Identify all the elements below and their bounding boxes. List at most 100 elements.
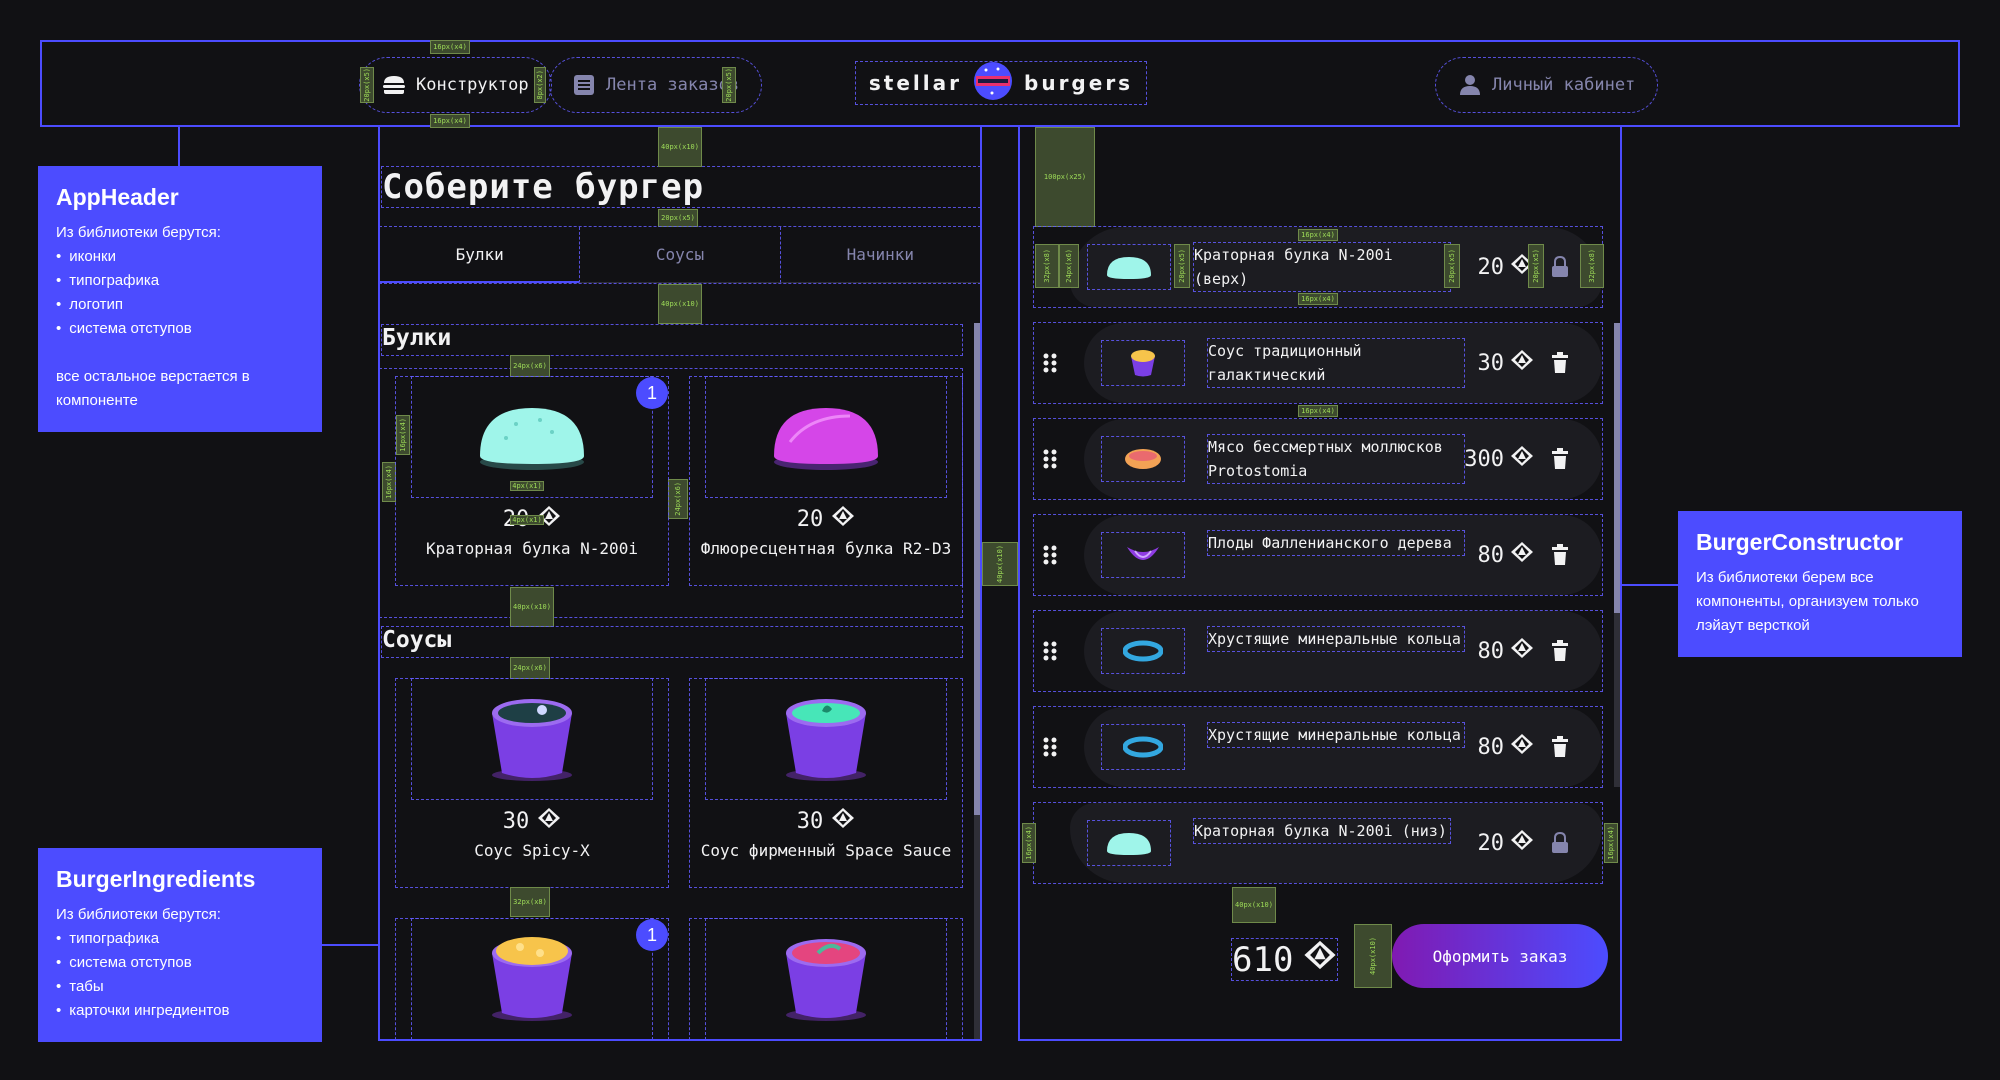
scrollbar-thumb[interactable] xyxy=(1614,323,1620,613)
spacer-row-gap: 16px(x4) xyxy=(1298,405,1338,417)
section-title-sauces: Соусы xyxy=(381,626,963,658)
ingredient-image xyxy=(705,678,947,800)
spacer-title-bottom: 20px(x5) xyxy=(658,209,698,227)
currency-icon xyxy=(1510,445,1534,473)
spacer-nav-right: 20px(x5) xyxy=(722,67,736,103)
burger-ingredients: Соберите бургер 40px(x10) 20px(x5) Булки… xyxy=(378,127,982,1041)
app-header: Конструктор Лента заказов stellar burger… xyxy=(40,40,1960,128)
constructor-row: Хрустящие минеральные кольца 80 xyxy=(1033,610,1603,692)
ingredient-card[interactable]: 1 xyxy=(395,918,669,1039)
delete-icon[interactable] xyxy=(1548,447,1572,471)
spacer-sauces-top: 24px(x6) xyxy=(510,657,550,679)
spacer-column-gap: 40px(x10) xyxy=(982,542,1018,586)
delete-icon[interactable] xyxy=(1548,351,1572,375)
nav-constructor-button[interactable]: Конструктор xyxy=(359,57,552,113)
note-item: логотип xyxy=(56,293,304,317)
note-item: система отступов xyxy=(56,951,304,975)
constructor-row: Мясо бессмертных моллюсков Protostomia 3… xyxy=(1033,418,1603,500)
connector-burger-ingredients xyxy=(322,944,378,946)
ingredient-name: Соус фирменный Space Sauce xyxy=(700,841,952,860)
currency-icon xyxy=(1510,637,1534,665)
connector-burger-constructor xyxy=(1622,584,1678,586)
constructor-element-text: Хрустящие минеральные кольца xyxy=(1207,626,1465,652)
drag-icon[interactable] xyxy=(1038,735,1062,759)
ingredient-image xyxy=(705,918,947,1039)
spacer-total-gap: 40px(x10) xyxy=(1354,924,1392,988)
ingredient-image xyxy=(411,678,653,800)
constructor-element-price: 300 xyxy=(1464,446,1504,472)
note-item: типографика xyxy=(56,927,304,951)
spacer-bun-lock: 20px(x5) xyxy=(1528,244,1544,288)
drag-icon[interactable] xyxy=(1038,351,1062,375)
delete-icon[interactable] xyxy=(1548,639,1572,663)
currency-icon xyxy=(1510,349,1534,377)
constructor-element-price: 80 xyxy=(1477,638,1505,664)
place-order-button[interactable]: Оформить заказ xyxy=(1392,924,1608,988)
ingredient-card[interactable]: 30 Соус фирменный Space Sauce xyxy=(689,678,963,888)
constructor-element: Хрустящие минеральные кольца 80 xyxy=(1084,707,1602,787)
burger-constructor: 100px(x25) Краторная булка N-200i (верх)… xyxy=(1018,127,1622,1041)
ingredient-counter: 1 xyxy=(636,919,668,951)
planet-logo-icon xyxy=(972,60,1014,106)
spacer-bun-top-gap: 16px(x4) xyxy=(1298,229,1338,241)
profile-icon xyxy=(1458,73,1482,97)
ingredient-card[interactable]: 30 Соус Spicy-X xyxy=(395,678,669,888)
scrollbar-thumb[interactable] xyxy=(974,323,980,815)
ingredient-image xyxy=(705,376,947,498)
spacer-bottom-left: 16px(x4) xyxy=(1022,823,1036,863)
drag-icon[interactable] xyxy=(1038,543,1062,567)
constructor-element-text: Краторная булка N-200i (верх) xyxy=(1193,242,1451,292)
tabs: Булки Соусы Начинки xyxy=(380,226,980,284)
constructor-element-price: 20 xyxy=(1477,830,1505,856)
currency-icon xyxy=(1303,939,1337,980)
nav-feed-label: Лента заказов xyxy=(606,75,740,95)
lock-icon xyxy=(1548,831,1572,855)
logo[interactable]: stellar burgers xyxy=(855,60,1147,106)
constructor-element: Хрустящие минеральные кольца 80 xyxy=(1084,611,1602,691)
section-title-buns: Булки xyxy=(381,324,963,356)
tab-fillings[interactable]: Начинки xyxy=(779,227,980,283)
spacer-card-price-top: 4px(x1) xyxy=(510,481,544,491)
spacer-bottom-right: 16px(x4) xyxy=(1604,823,1618,863)
note-title: BurgerIngredients xyxy=(56,866,256,892)
note-app-header: AppHeader Из библиотеки берутся: иконки … xyxy=(38,166,322,432)
ingredient-thumb xyxy=(1101,532,1185,578)
drag-icon[interactable] xyxy=(1038,639,1062,663)
delete-icon[interactable] xyxy=(1548,543,1572,567)
drag-icon[interactable] xyxy=(1038,447,1062,471)
ingredient-name: Краторная булка N-200i xyxy=(426,539,638,558)
ingredient-card[interactable] xyxy=(689,918,963,1039)
total-price: 610 xyxy=(1232,939,1294,980)
logo-text-left: stellar xyxy=(868,71,963,95)
note-title: AppHeader xyxy=(56,184,179,210)
constructor-element: Плоды Фалленианского дерева 80 xyxy=(1084,515,1602,595)
ingredient-card[interactable]: 20 Флюоресцентная булка R2-D3 xyxy=(689,376,963,586)
currency-icon xyxy=(831,505,855,533)
note-tail: все остальное верстается в компоненте xyxy=(56,368,250,409)
tab-sauces[interactable]: Соусы xyxy=(579,227,780,283)
note-item: система отступов xyxy=(56,317,304,341)
tab-buns[interactable]: Булки xyxy=(380,227,580,283)
currency-icon xyxy=(1510,541,1534,569)
ingredient-price: 30 xyxy=(796,808,824,834)
constructor-element-text: Мясо бессмертных моллюсков Protostomia xyxy=(1207,434,1465,484)
ingredient-image xyxy=(411,376,653,498)
spacer-nav-top: 16px(x4) xyxy=(430,40,470,54)
constructor-element-price: 30 xyxy=(1477,350,1505,376)
constructor-row: Соус традиционный галактический 30 xyxy=(1033,322,1603,404)
ingredient-image xyxy=(411,918,653,1039)
currency-icon xyxy=(831,807,855,835)
profile-button[interactable]: Личный кабинет xyxy=(1434,57,1659,113)
delete-icon[interactable] xyxy=(1548,735,1572,759)
constructor-element: Мясо бессмертных моллюсков Protostomia 3… xyxy=(1084,419,1602,499)
constructor-element-price: 80 xyxy=(1477,734,1505,760)
order-total: 610 xyxy=(1230,938,1339,981)
note-burger-ingredients: BurgerIngredients Из библиотеки берутся:… xyxy=(38,848,322,1042)
constructor-element-text: Краторная булка N-200i (низ) xyxy=(1193,818,1451,844)
profile-label: Личный кабинет xyxy=(1492,75,1636,95)
ingredient-name: Флюоресцентная булка R2-D3 xyxy=(700,539,952,558)
constructor-row: Хрустящие минеральные кольца 80 xyxy=(1033,706,1603,788)
page-title: Соберите бургер xyxy=(381,166,980,208)
spacer-nav-icon-gap: 8px(x2) xyxy=(534,67,546,103)
spacer-cards-top: 24px(x6) xyxy=(510,355,550,377)
